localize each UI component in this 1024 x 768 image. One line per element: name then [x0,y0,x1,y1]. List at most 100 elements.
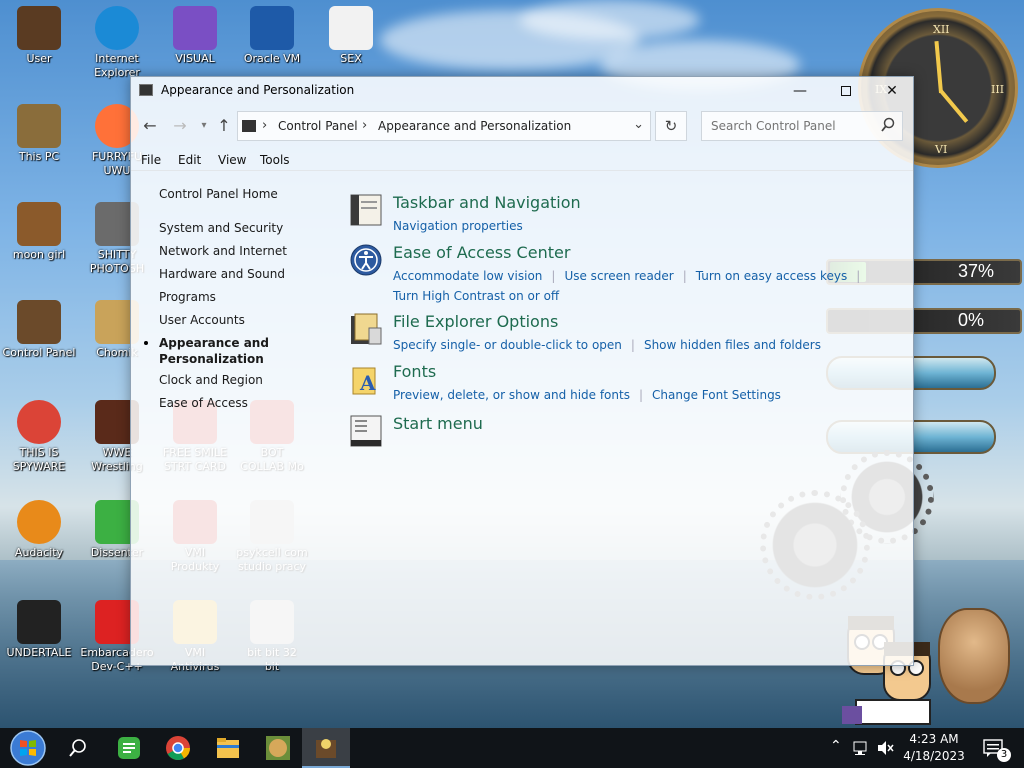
audacity-icon [17,500,61,544]
title-bar[interactable]: Appearance and Personalization — ✕ [131,77,913,105]
breadcrumb-appearance[interactable]: Appearance and Personalization [378,119,571,133]
section-links: Navigation properties [393,219,523,233]
link-single-or-double-click[interactable]: Specify single- or double-click to open [393,338,622,352]
file-explorer-icon [217,738,239,758]
menu-tools[interactable]: Tools [260,153,290,167]
nav-hardware-and-sound[interactable]: Hardware and Sound [159,267,285,281]
action-center-button[interactable]: 3 [980,728,1014,768]
taskbar-green-app[interactable] [104,728,152,768]
section-links: Specify single- or double-click to open |… [393,338,821,352]
clock-date: 4/18/2023 [903,749,965,763]
link-use-screen-reader[interactable]: Use screen reader [564,269,673,283]
show-hidden-icons-chevron-icon[interactable]: ⌃ [830,738,842,754]
network-icon[interactable] [852,739,870,757]
nav-clock-and-region[interactable]: Clock and Region [159,373,263,387]
nav-network-and-internet[interactable]: Network and Internet [159,244,287,258]
navigation-row: ← → ▾ ↑ › Control Panel › Appearance and… [131,107,913,143]
nav-user-accounts[interactable]: User Accounts [159,313,245,327]
link-preview-fonts[interactable]: Preview, delete, or show and hide fonts [393,388,630,402]
refresh-icon[interactable]: ↻ [655,111,687,141]
taskbar-search-button[interactable] [54,728,102,768]
desktop-icon[interactable]: UNDERTALE [0,600,78,660]
taskbar-icon [350,194,382,226]
section-title[interactable]: Ease of Access Center [393,243,570,262]
up-arrow-icon[interactable]: ↑ [213,115,235,137]
section-links: Accommodate low vision | Use screen reader… [393,269,861,283]
menu-edit[interactable]: Edit [178,153,201,167]
desktop-icon[interactable]: moon girl [0,202,78,262]
search-icon [69,739,86,757]
cpu-gauge-value: 37% [957,261,994,281]
start-button[interactable] [2,728,50,768]
desktop-icon[interactable]: VISUAL [156,6,234,66]
nav-appearance-and-personalization[interactable]: Appearance and Personalization [159,335,269,367]
link-turn-on-easy-access-keys[interactable]: Turn on easy access keys [696,269,847,283]
control-panel-icon [316,739,336,758]
fonts-icon: A [352,367,376,395]
nav-ease-of-access[interactable]: Ease of Access [159,396,248,410]
desktop-icon[interactable]: This PC [0,104,78,164]
control-panel-window: Appearance and Personalization — ✕ ← → ▾… [130,76,914,666]
control-panel-icon [242,120,256,132]
search-input[interactable] [702,112,876,140]
search-icon[interactable] [881,117,895,133]
close-button[interactable]: ✕ [869,77,915,105]
section-title[interactable]: Taskbar and Navigation [393,193,581,212]
link-turn-high-contrast[interactable]: Turn High Contrast on or off [393,289,559,303]
section-links: Preview, delete, or show and hide fonts |… [393,388,781,402]
desktop-icon-label: UNDERTALE [6,646,72,659]
taskbar-chrome[interactable] [154,728,202,768]
menu-view[interactable]: View [218,153,246,167]
link-show-hidden-files[interactable]: Show hidden files and folders [644,338,821,352]
breadcrumb-separator-icon: › [262,118,268,133]
recent-locations-chevron-icon[interactable]: ▾ [193,115,215,137]
taskbar-file-explorer[interactable] [204,728,252,768]
nav-control-panel-home[interactable]: Control Panel Home [159,187,278,201]
forward-arrow-icon[interactable]: → [169,115,191,137]
maximize-button[interactable] [823,77,869,105]
link-accommodate-low-vision[interactable]: Accommodate low vision [393,269,542,283]
hamster-sticker [938,608,1010,704]
desktop-icon[interactable]: THIS IS SPYWARE [0,400,78,474]
back-arrow-icon[interactable]: ← [139,115,161,137]
doge-icon [266,736,290,760]
taskbar-control-panel[interactable] [302,728,350,768]
nav-programs[interactable]: Programs [159,290,216,304]
link-navigation-properties[interactable]: Navigation properties [393,219,523,233]
minimize-button[interactable]: — [777,77,823,105]
desktop-icon-label: Oracle VM [243,52,301,65]
desktop-icon[interactable]: Control Panel [0,300,78,360]
link-change-font-settings[interactable]: Change Font Settings [652,388,781,402]
start-icon [10,730,46,766]
desktop-icon[interactable]: User [0,6,78,66]
taskbar: ⌃ 4:23 AM 4/18/2023 3 [0,728,1024,768]
menu-file[interactable]: File [141,153,161,167]
start-menu-icon [350,415,382,447]
address-bar[interactable]: › Control Panel › Appearance and Persona… [237,111,651,141]
section-title[interactable]: Start menu [393,414,483,433]
breadcrumb-control-panel[interactable]: Control Panel [278,119,358,133]
desktop-icon-label: SEX [340,52,362,65]
ease-of-access-icon [350,244,382,276]
folder-icon [17,202,61,246]
volume-muted-icon[interactable] [876,739,894,757]
desktop-icon-label: This PC [18,150,60,163]
control-panel-icon [139,84,153,96]
search-box[interactable] [701,111,903,141]
desktop-icon-label: THIS IS SPYWARE [12,446,66,473]
nav-system-and-security[interactable]: System and Security [159,221,283,235]
unity-icon [17,600,61,644]
section-title[interactable]: Fonts [393,362,436,381]
desktop-icon[interactable]: Oracle VM [233,6,311,66]
taskbar-doge-app[interactable] [254,728,302,768]
chrome-icon [17,400,61,444]
desktop-icon[interactable]: Internet Explorer [78,6,156,80]
desktop-icon-label: Audacity [14,546,64,559]
desktop-icon[interactable]: SEX [312,6,390,66]
desktop-icon[interactable]: Audacity [0,500,78,560]
address-dropdown-chevron-icon[interactable]: ⌄ [633,117,644,132]
section-title[interactable]: File Explorer Options [393,312,558,331]
svg-text:A: A [359,371,376,395]
taskbar-clock[interactable]: 4:23 AM 4/18/2023 [896,731,972,765]
this-pc-icon [17,104,61,148]
